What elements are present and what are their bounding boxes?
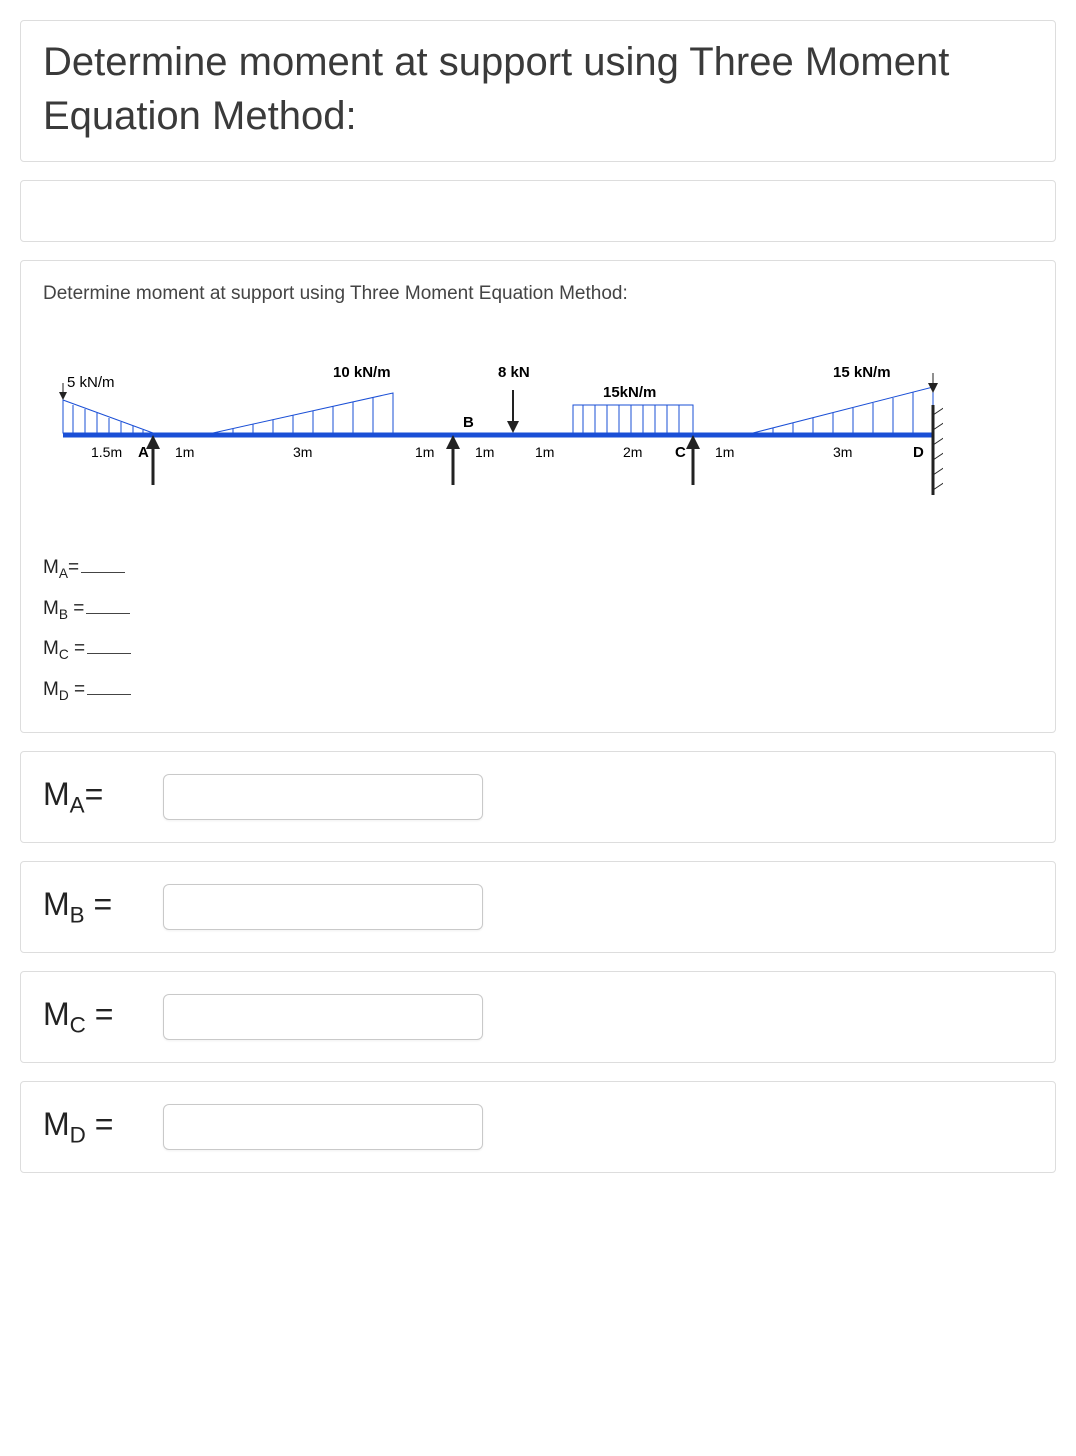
problem-card: Determine moment at support using Three … [20, 260, 1056, 733]
dim-1: 1m [175, 444, 194, 460]
prompt-text: Determine moment at support using Three … [43, 283, 1033, 305]
dim-6: 2m [623, 444, 642, 460]
diagram-svg: 5 kN/m 10 kN/m 8 kN [43, 345, 943, 515]
title-text: Determine moment at support using Three … [43, 40, 949, 138]
answer-row-a: MA= [20, 751, 1056, 843]
answer-row-d: MD = [20, 1081, 1056, 1173]
load-triangle-mid: 10 kN/m [213, 364, 393, 433]
support-b [446, 435, 460, 485]
dim-2: 3m [293, 444, 312, 460]
dim-0: 1.5m [91, 444, 122, 460]
load-triangle-left: 5 kN/m [59, 374, 153, 433]
answer-input-d[interactable] [163, 1104, 483, 1150]
load-udl: 15kN/m [573, 384, 693, 433]
support-d: D [913, 405, 943, 495]
label-load-right: 15 kN/m [833, 364, 891, 381]
support-c-label: C [675, 444, 686, 461]
load-point: 8 kN [498, 364, 530, 433]
blank-row: MB = [43, 589, 1033, 630]
blank-list: MA= MB = MC = MD = [43, 548, 1033, 710]
dim-7: 1m [715, 444, 734, 460]
answer-label-b: MB = [43, 886, 163, 928]
answer-input-a[interactable] [163, 774, 483, 820]
answer-label-c: MC = [43, 996, 163, 1038]
label-load-left: 5 kN/m [67, 374, 115, 391]
blank-row: MA= [43, 548, 1033, 589]
support-d-label: D [913, 444, 924, 461]
dim-5: 1m [535, 444, 554, 460]
question-title: Determine moment at support using Three … [20, 20, 1056, 162]
answer-label-a: MA= [43, 776, 163, 818]
label-load-mid: 10 kN/m [333, 364, 391, 381]
load-triangle-right: 15 kN/m [753, 364, 938, 433]
support-c: C [675, 435, 700, 485]
answer-input-b[interactable] [163, 884, 483, 930]
blank-row: MC = [43, 629, 1033, 670]
spacer-card [20, 180, 1056, 242]
support-b-label: B [463, 414, 474, 431]
answer-label-d: MD = [43, 1106, 163, 1148]
dim-3: 1m [415, 444, 434, 460]
dim-8: 3m [833, 444, 852, 460]
answer-row-b: MB = [20, 861, 1056, 953]
dim-4: 1m [475, 444, 494, 460]
blank-row: MD = [43, 670, 1033, 711]
support-a-label: A [138, 444, 149, 461]
label-load-udl: 15kN/m [603, 384, 656, 401]
answer-row-c: MC = [20, 971, 1056, 1063]
support-a: A [138, 435, 160, 485]
beam-diagram: 5 kN/m 10 kN/m 8 kN [43, 345, 1033, 520]
label-load-point: 8 kN [498, 364, 530, 381]
answer-input-c[interactable] [163, 994, 483, 1040]
